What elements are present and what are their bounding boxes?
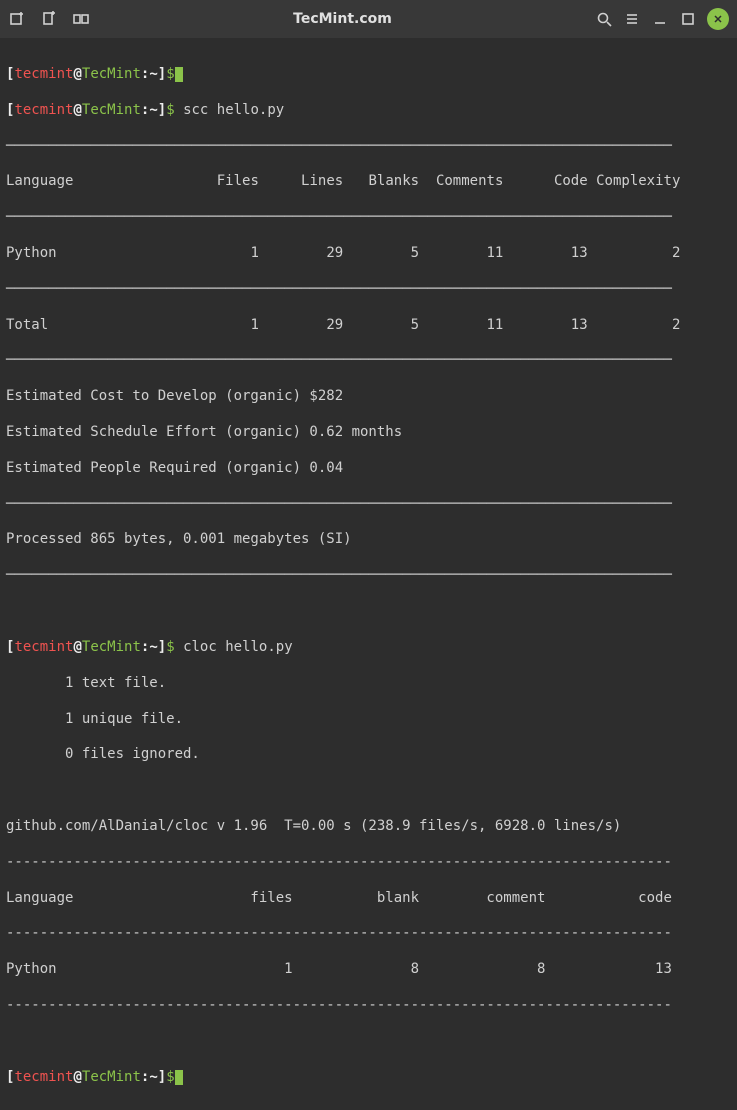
estimate-line: Estimated People Required (organic) 0.04 — [6, 460, 731, 478]
titlebar: TecMint.com — [0, 0, 737, 38]
cloc-banner: github.com/AlDanial/cloc v 1.96 T=0.00 s… — [6, 818, 731, 836]
blank-line — [6, 782, 731, 800]
cursor-icon — [175, 67, 183, 82]
window-title: TecMint.com — [90, 11, 595, 27]
new-window-icon[interactable] — [40, 10, 58, 28]
divider: ────────────────────────────────────────… — [6, 138, 731, 156]
cloc-line: 1 unique file. — [6, 711, 731, 729]
table-row: Total 1 29 5 11 13 2 — [6, 317, 731, 335]
new-tab-icon[interactable] — [8, 10, 26, 28]
estimate-line: Estimated Cost to Develop (organic) $282 — [6, 388, 731, 406]
split-icon[interactable] — [72, 10, 90, 28]
divider: ────────────────────────────────────────… — [6, 281, 731, 299]
cloc-line: 0 files ignored. — [6, 746, 731, 764]
divider: ----------------------------------------… — [6, 854, 731, 872]
table-header: Language files blank comment code — [6, 890, 731, 908]
divider: ----------------------------------------… — [6, 997, 731, 1015]
divider: ────────────────────────────────────────… — [6, 209, 731, 227]
close-icon[interactable] — [707, 8, 729, 30]
estimate-line: Estimated Schedule Effort (organic) 0.62… — [6, 424, 731, 442]
cursor-icon — [175, 1070, 183, 1085]
processed-line: Processed 865 bytes, 0.001 megabytes (SI… — [6, 531, 731, 549]
divider: ────────────────────────────────────────… — [6, 496, 731, 514]
menu-icon[interactable] — [623, 10, 641, 28]
table-row: Python 1 29 5 11 13 2 — [6, 245, 731, 263]
blank-line — [6, 603, 731, 621]
command-text: cloc hello.py — [175, 639, 293, 655]
cloc-line: 1 text file. — [6, 675, 731, 693]
blank-line — [6, 1033, 731, 1051]
prompt-line: [tecmint@TecMint:~]$ cloc hello.py — [6, 639, 731, 657]
terminal-output[interactable]: [tecmint@TecMint:~]$ [tecmint@TecMint:~]… — [0, 38, 737, 1110]
divider: ────────────────────────────────────────… — [6, 567, 731, 585]
search-icon[interactable] — [595, 10, 613, 28]
table-row: Python 1 8 8 13 — [6, 961, 731, 979]
divider: ----------------------------------------… — [6, 925, 731, 943]
prompt-line: [tecmint@TecMint:~]$ — [6, 66, 731, 84]
prompt-line: [tecmint@TecMint:~]$ scc hello.py — [6, 102, 731, 120]
prompt-line: [tecmint@TecMint:~]$ — [6, 1069, 731, 1087]
table-header: Language Files Lines Blanks Comments Cod… — [6, 173, 731, 191]
command-text: scc hello.py — [175, 102, 285, 118]
maximize-icon[interactable] — [679, 10, 697, 28]
divider: ────────────────────────────────────────… — [6, 352, 731, 370]
minimize-icon[interactable] — [651, 10, 669, 28]
